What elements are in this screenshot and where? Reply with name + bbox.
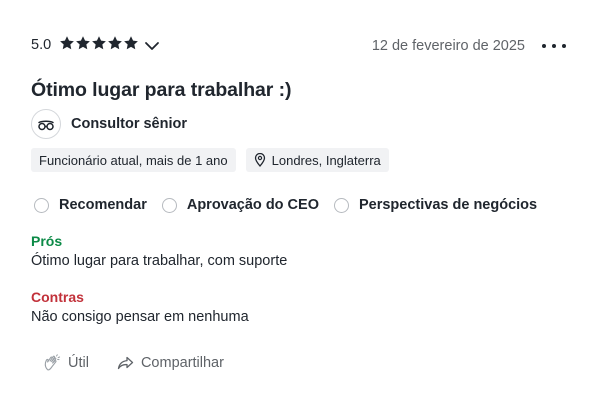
review-date: 12 de fevereiro de 2025 [371, 38, 525, 54]
recommend-label: Recomendar [59, 197, 147, 213]
cons-text: Não consigo pensar em nenhuma [31, 309, 249, 325]
radio-empty-icon [333, 197, 349, 213]
share-label: Compartilhar [140, 355, 224, 371]
star-icon [108, 36, 122, 50]
business-outlook-label: Perspectivas de negócios [358, 197, 538, 213]
location-label: Londres, Inglaterra [271, 152, 381, 168]
reviewer-role: Consultor sênior [31, 108, 187, 140]
share-button[interactable]: Compartilhar [117, 355, 224, 371]
helpful-button[interactable]: Útil [43, 354, 89, 372]
employment-chip: Funcionário atual, mais de 1 ano [31, 148, 236, 172]
employment-label: Funcionário atual, mais de 1 ano [39, 152, 228, 168]
star-icon [124, 36, 138, 50]
share-arrow-icon [117, 356, 134, 370]
radio-empty-icon [161, 197, 177, 213]
star-icon [92, 36, 106, 50]
reviewer-info: Funcionário atual, mais de 1 ano Londres… [31, 148, 389, 172]
chevron-down-icon[interactable] [144, 39, 160, 53]
review-header: 5.0 12 de fevereiro de 2025 [31, 34, 576, 58]
review-title: Ótimo lugar para trabalhar :) [31, 79, 292, 101]
review-card: 5.0 12 de fevereiro de 2025 Ótimo lugar … [31, 0, 576, 416]
radio-empty-icon [34, 197, 49, 213]
pros-text: Ótimo lugar para trabalhar, com suporte [31, 253, 288, 269]
helpful-label: Útil [68, 355, 89, 371]
glasses-mustache-icon [31, 109, 61, 139]
more-options-icon[interactable] [542, 36, 566, 56]
ceo-approval-label: Aprovação do CEO [186, 197, 319, 213]
cons-heading: Contras [31, 289, 84, 305]
recommend-badge[interactable]: Recomendar [34, 197, 147, 213]
business-outlook-badge[interactable]: Perspectivas de negócios [333, 197, 538, 213]
star-icon [60, 36, 74, 50]
review-actions: Útil Compartilhar [43, 352, 252, 374]
pros-heading: Prós [31, 233, 63, 249]
location-pin-icon [254, 153, 265, 167]
clap-hands-icon [44, 354, 61, 371]
rating-value: 5.0 [31, 37, 52, 53]
review-badges: Recomendar Aprovação do CEO Perspectivas… [34, 194, 552, 216]
ceo-approval-badge[interactable]: Aprovação do CEO [161, 197, 319, 213]
role-label: Consultor sênior [71, 116, 188, 132]
star-rating [59, 35, 139, 51]
star-icon [76, 36, 90, 50]
location-chip: Londres, Inglaterra [245, 148, 389, 172]
